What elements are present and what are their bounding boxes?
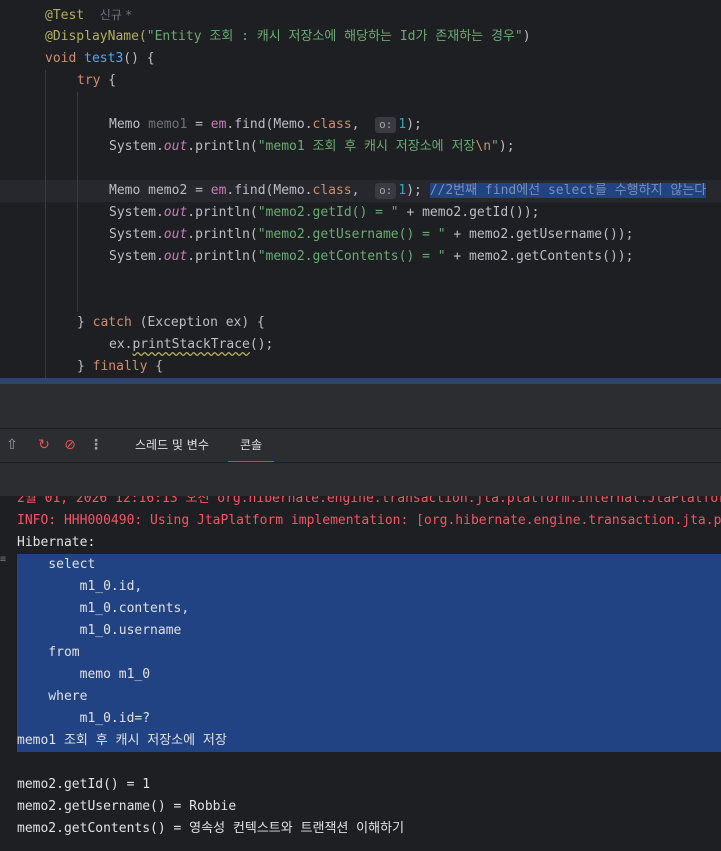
console-line: m1_0.id=? (17, 711, 151, 726)
more-icon[interactable]: ⋮ (86, 435, 106, 455)
console-subbar (0, 462, 721, 497)
console-line: memo2.getId() = 1 (17, 777, 151, 792)
console-line: m1_0.contents, (17, 601, 190, 616)
console-line: INFO: HHH000490: Using JtaPlatform imple… (17, 513, 721, 528)
code-line-4: try { (77, 73, 117, 88)
param-hint: o: (375, 117, 397, 133)
console-line: memo1 조회 후 캐시 저장소에 저장 (17, 733, 227, 748)
console-line: m1_0.username (17, 623, 182, 638)
code-line-3: void test3() { (45, 51, 155, 66)
console-line: memo m1_0 (17, 667, 151, 682)
code-line-5: Memo memo1 = em.find(Memo.class, o: 1); (109, 117, 422, 133)
code-line-2: @DisplayName("Entity 조회 : 캐시 저장소에 해당하는 I… (45, 29, 531, 44)
restart-icon[interactable]: ↻ (34, 435, 54, 455)
debug-toolbar: ⇧ ↻ ⊘ ⋮ 스레드 및 변수 콘솔 (0, 428, 721, 463)
panel-gap (0, 384, 721, 428)
console-line: Hibernate: (17, 535, 96, 550)
console-line: from (17, 645, 80, 660)
console-line: where (17, 689, 88, 704)
code-line-6: System.out.println("memo1 조회 후 캐시 저장소에 저… (109, 139, 515, 154)
console-line: memo2.getUsername() = Robbie (17, 799, 237, 814)
code-line-13: } finally { (77, 359, 164, 374)
console-line: select (17, 557, 96, 572)
console-line: m1_0.id, (17, 579, 143, 594)
code-line-7: Memo memo2 = em.find(Memo.class, o: 1); /… (109, 183, 707, 199)
code-line-10: System.out.println("memo2.getContents() … (109, 249, 634, 264)
code-line-12: ex.printStackTrace(); (109, 337, 274, 352)
code-line-11: } catch (Exception ex) { (77, 315, 265, 330)
param-hint: o: (375, 183, 397, 199)
selected-comment: //2번째 find에선 select를 수행하지 않는다 (429, 183, 707, 198)
console-line: 2월 01, 2026 12:16:13 오전 org.hibernate.en… (17, 496, 721, 506)
author-hint: 신규 * (99, 8, 132, 22)
tab-console[interactable]: 콘솔 (228, 429, 275, 463)
wrap-marker-icon: ≡ (0, 554, 7, 565)
export-icon[interactable]: ⇧ (2, 435, 22, 455)
tab-threads[interactable]: 스레드 및 변수 (135, 429, 209, 461)
code-editor[interactable]: @Test 신규 * @DisplayName("Entity 조회 : 캐시 … (0, 0, 721, 384)
code-line-1: @Test 신규 * (45, 8, 132, 23)
console-line: memo2.getContents() = 영속성 컨텍스트와 트랜잭션 이해하… (17, 821, 405, 836)
code-line-8: System.out.println("memo2.getId() = " + … (109, 205, 540, 220)
mute-breakpoints-icon[interactable]: ⊘ (60, 435, 80, 455)
indent-guide (45, 70, 46, 380)
indent-guide (77, 92, 78, 312)
code-line-9: System.out.println("memo2.getUsername() … (109, 227, 634, 242)
console-output[interactable]: ≡ 2월 01, 2026 12:16:13 오전 org.hibernate.… (0, 496, 721, 851)
